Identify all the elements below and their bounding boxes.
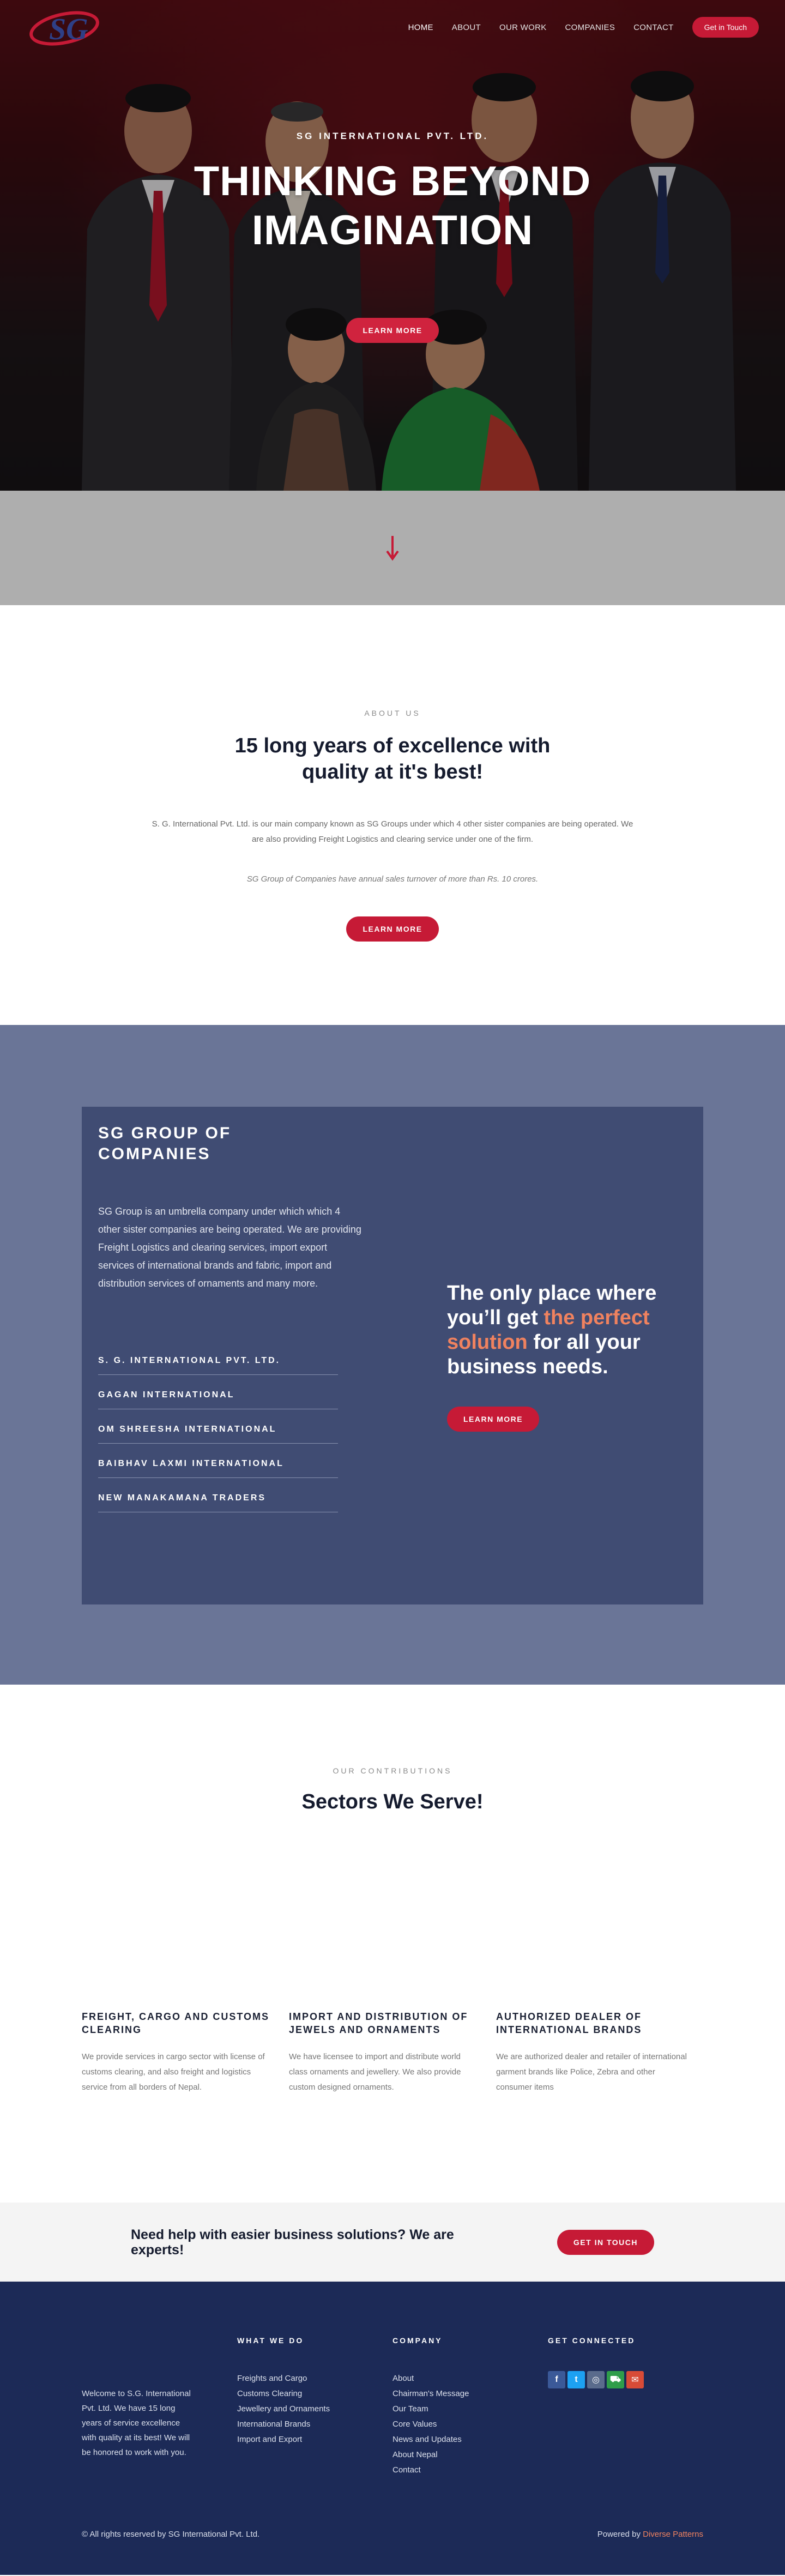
sector-title: FREIGHT, CARGO AND CUSTOMS CLEARING (82, 2011, 270, 2035)
footer-link[interactable]: Jewellery and Ornaments (237, 2402, 392, 2417)
group-heading-line2: COMPANIES (98, 1145, 211, 1163)
shop-icon[interactable]: ⛟ (607, 2371, 624, 2388)
powered-by: Powered by Diverse Patterns (597, 2530, 703, 2539)
powered-by-link[interactable]: Diverse Patterns (643, 2530, 703, 2539)
group-box: SG GROUP OF COMPANIES SG Group is an umb… (82, 1107, 703, 1604)
hero-subtitle: SG INTERNATIONAL PVT. LTD. (296, 131, 489, 141)
sector-card: AUTHORIZED DEALER OF INTERNATIONAL BRAND… (496, 2010, 703, 2095)
powered-by-prefix: Powered by (597, 2530, 643, 2539)
instagram-icon[interactable]: ◎ (587, 2371, 605, 2388)
footer-link[interactable]: Customs Clearing (237, 2386, 392, 2402)
sector-title: IMPORT AND DISTRIBUTION OF JEWELS AND OR… (289, 2011, 468, 2035)
sg-logo-mark: SG (29, 11, 99, 46)
hero-title-line1: THINKING BEYOND (194, 158, 591, 204)
sg-logo[interactable]: SG (26, 5, 119, 49)
facebook-icon[interactable]: f (548, 2371, 565, 2388)
footer-company: COMPANY About Chairman's Message Our Tea… (392, 2336, 548, 2478)
copyright: © All rights reserved by SG Internationa… (82, 2530, 260, 2539)
group-learn-more-button[interactable]: LEARN MORE (447, 1407, 540, 1432)
sector-text: We provide services in cargo sector with… (82, 2052, 265, 2092)
footer-link[interactable]: About Nepal (392, 2447, 548, 2463)
company-item[interactable]: BAIBHAV LAXMI INTERNATIONAL (98, 1450, 338, 1478)
company-item[interactable]: GAGAN INTERNATIONAL (98, 1381, 338, 1409)
arrow-down-icon[interactable] (385, 535, 400, 561)
nav-contact[interactable]: CONTACT (633, 23, 673, 32)
about-heading: 15 long years of excellence with quality… (234, 734, 551, 783)
email-icon[interactable]: ✉ (626, 2371, 644, 2388)
about-section: ABOUT US 15 long years of excellence wit… (0, 605, 785, 1025)
footer-link[interactable]: Freights and Cargo (237, 2371, 392, 2386)
footer: Welcome to S.G. International Pvt. Ltd. … (0, 2282, 785, 2575)
company-item[interactable]: S. G. INTERNATIONAL PVT. LTD. (98, 1347, 338, 1375)
footer-what-we-do: WHAT WE DO Freights and Cargo Customs Cl… (237, 2336, 392, 2478)
about-note: SG Group of Companies have annual sales … (246, 874, 539, 884)
hero-title: THINKING BEYOND IMAGINATION (0, 157, 785, 255)
company-item[interactable]: OM SHREESHA INTERNATIONAL (98, 1416, 338, 1444)
nav-about[interactable]: ABOUT (452, 23, 481, 32)
footer-columns: Welcome to S.G. International Pvt. Ltd. … (0, 2282, 785, 2478)
top-navigation: SG HOME ABOUT OUR WORK COMPANIES CONTACT… (0, 0, 785, 55)
svg-text:SG: SG (49, 13, 88, 46)
hero-content: SG INTERNATIONAL PVT. LTD. THINKING BEYO… (0, 131, 785, 343)
twitter-icon[interactable]: t (567, 2371, 585, 2388)
cta-band: Need help with easier business solutions… (0, 2203, 785, 2282)
cta-text: Need help with easier business solutions… (131, 2227, 454, 2258)
nav-our-work[interactable]: OUR WORK (499, 23, 547, 32)
group-right: The only place where you’ll get the perf… (365, 1123, 687, 1604)
footer-col-title: COMPANY (392, 2336, 443, 2345)
cta-get-in-touch-button[interactable]: GET IN TOUCH (557, 2229, 654, 2255)
company-list: S. G. INTERNATIONAL PVT. LTD. GAGAN INTE… (98, 1347, 365, 1512)
sectors-eyebrow: OUR CONTRIBUTIONS (333, 1766, 452, 1775)
hero-section: SG HOME ABOUT OUR WORK COMPANIES CONTACT… (0, 0, 785, 491)
sector-text: We are authorized dealer and retailer of… (496, 2052, 687, 2092)
footer-col-title: WHAT WE DO (237, 2336, 304, 2345)
footer-link[interactable]: International Brands (237, 2417, 392, 2432)
company-item[interactable]: NEW MANAKAMANA TRADERS (98, 1485, 338, 1512)
footer-bottom: © All rights reserved by SG Internationa… (82, 2530, 703, 2539)
footer-link[interactable]: About (392, 2371, 548, 2386)
group-description: SG Group is an umbrella company under wh… (98, 1206, 361, 1289)
nav-home[interactable]: HOME (408, 23, 433, 32)
get-in-touch-button[interactable]: Get in Touch (692, 17, 759, 38)
sectors-section: OUR CONTRIBUTIONS Sectors We Serve! FREI… (0, 1685, 785, 2203)
footer-link[interactable]: Import and Export (237, 2432, 392, 2447)
footer-link[interactable]: Core Values (392, 2417, 548, 2432)
footer-link-list: Freights and Cargo Customs Clearing Jewe… (237, 2371, 392, 2447)
sector-list: FREIGHT, CARGO AND CUSTOMS CLEARING We p… (82, 2010, 703, 2095)
footer-link[interactable]: News and Updates (392, 2432, 548, 2447)
sector-title: AUTHORIZED DEALER OF INTERNATIONAL BRAND… (496, 2011, 642, 2035)
group-section: SG GROUP OF COMPANIES SG Group is an umb… (0, 1025, 785, 1685)
group-heading: SG GROUP OF COMPANIES (98, 1123, 365, 1165)
footer-link[interactable]: Our Team (392, 2402, 548, 2417)
sector-text: We have licensee to import and distribut… (289, 2052, 461, 2092)
about-learn-more-button[interactable]: LEARN MORE (346, 916, 439, 942)
footer-about-text: Welcome to S.G. International Pvt. Ltd. … (82, 2389, 191, 2457)
footer-link[interactable]: Chairman's Message (392, 2386, 548, 2402)
about-eyebrow: ABOUT US (364, 709, 421, 717)
nav-companies[interactable]: COMPANIES (565, 23, 615, 32)
scroll-down-band (0, 491, 785, 605)
group-left: SG GROUP OF COMPANIES SG Group is an umb… (98, 1123, 365, 1604)
group-heading-line1: SG GROUP OF (98, 1124, 232, 1142)
sector-card: FREIGHT, CARGO AND CUSTOMS CLEARING We p… (82, 2010, 289, 2095)
footer-col-title: GET CONNECTED (548, 2336, 636, 2345)
sectors-heading: Sectors We Serve! (301, 1790, 484, 1813)
nav-links: HOME ABOUT OUR WORK COMPANIES CONTACT Ge… (408, 17, 759, 38)
hero-title-line2: IMAGINATION (251, 207, 534, 254)
footer-get-connected: GET CONNECTED f t ◎ ⛟ ✉ (548, 2336, 703, 2478)
footer-about: Welcome to S.G. International Pvt. Ltd. … (82, 2336, 237, 2478)
sector-card: IMPORT AND DISTRIBUTION OF JEWELS AND OR… (289, 2010, 496, 2095)
footer-link[interactable]: Contact (392, 2463, 548, 2478)
group-tagline: The only place where you’ll get the perf… (447, 1281, 676, 1379)
social-icons: f t ◎ ⛟ ✉ (548, 2371, 703, 2388)
about-lead: S. G. International Pvt. Ltd. is our mai… (152, 819, 633, 844)
footer-link-list: About Chairman's Message Our Team Core V… (392, 2371, 548, 2478)
hero-learn-more-button[interactable]: LEARN MORE (346, 318, 439, 343)
